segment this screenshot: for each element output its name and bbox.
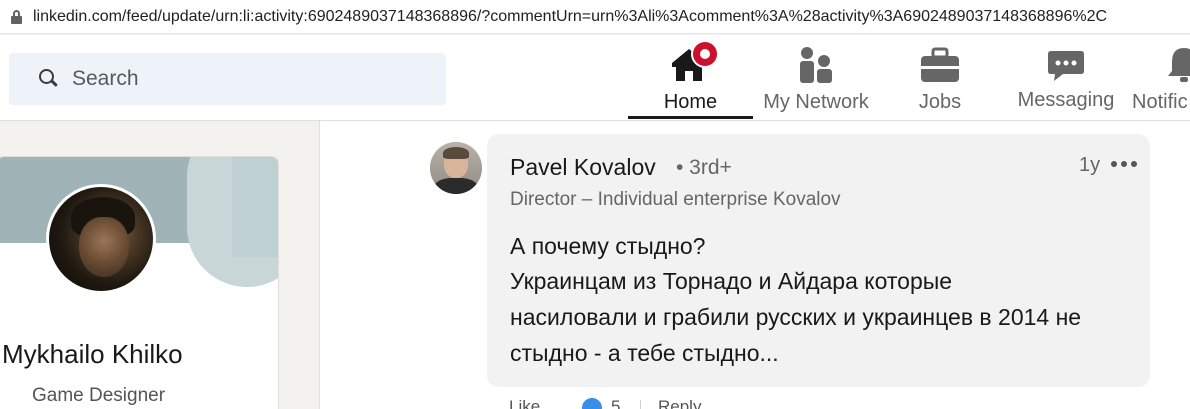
bell-icon <box>1168 48 1190 82</box>
nav-label-messaging: Messaging <box>1017 89 1115 111</box>
network-icon <box>800 47 832 83</box>
nav-label-home: Home <box>663 91 718 113</box>
nav-label-jobs: Jobs <box>918 91 962 113</box>
browser-address-bar[interactable]: linkedin.com/feed/update/urn:li:activity… <box>0 0 1190 34</box>
nav-label-my-network: My Network <box>763 91 869 113</box>
nav-item-notifications[interactable]: Notific <box>1130 35 1190 121</box>
reaction-count[interactable]: 5 <box>611 397 620 409</box>
profile-card[interactable]: Mykhailo Khilko Game Designer <box>0 156 279 409</box>
nav-item-jobs[interactable]: Jobs <box>890 35 990 121</box>
nav-item-my-network[interactable]: My Network <box>757 35 875 121</box>
search-icon <box>39 69 59 89</box>
nav-item-messaging[interactable]: Messaging <box>1010 35 1122 121</box>
commenter-avatar[interactable] <box>430 142 482 194</box>
action-divider <box>640 400 641 409</box>
like-button[interactable]: Like <box>509 397 540 409</box>
comment-text-line: стыдно - а тебе стыдно... <box>510 340 779 366</box>
reply-button[interactable]: Reply <box>658 397 701 409</box>
profile-name[interactable]: Mykhailo Khilko <box>2 339 183 370</box>
notification-badge <box>691 40 719 68</box>
nav-item-home[interactable]: Home <box>628 35 753 121</box>
messaging-icon <box>1048 51 1084 81</box>
comment-text-line: Украинцам из Торнадо и Айдара которые <box>510 268 953 294</box>
commenter-name[interactable]: Pavel Kovalov <box>510 154 656 181</box>
nav-label-notifications: Notific <box>1132 91 1188 113</box>
more-options-icon[interactable] <box>1111 160 1137 168</box>
comment-timestamp: 1y <box>1079 154 1101 176</box>
active-tab-indicator <box>628 116 753 119</box>
comment-text-line: А почему стыдно? <box>510 233 706 259</box>
global-nav: Search Home My Network Jobs Messaging No… <box>0 35 1190 121</box>
profile-headline: Game Designer <box>32 385 166 406</box>
url-text[interactable]: linkedin.com/feed/update/urn:li:activity… <box>33 8 1183 26</box>
connection-degree: • 3rd+ <box>676 156 732 179</box>
briefcase-icon <box>921 47 959 82</box>
search-box[interactable]: Search <box>9 53 446 105</box>
profile-avatar[interactable] <box>46 184 156 294</box>
lock-icon <box>11 9 22 24</box>
commenter-headline: Director – Individual enterprise Kovalov <box>510 189 841 210</box>
comment-text-line: насиловали и грабили русских и украинцев… <box>510 304 1082 330</box>
search-input[interactable]: Search <box>72 67 139 91</box>
